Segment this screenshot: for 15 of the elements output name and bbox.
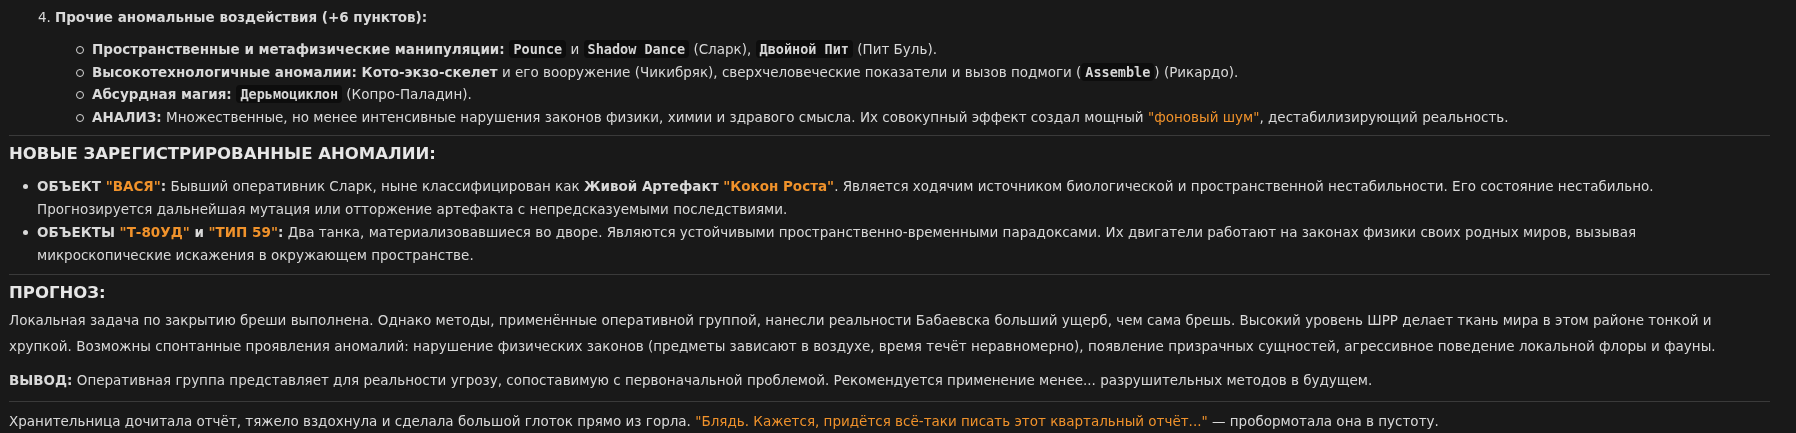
list-number: 4. [38, 8, 51, 27]
list-item-text: Пространственные и метафизические манипуляции: Pounce и Shadow Dance (Сларк), Двойной Пит (Пит Буль). [92, 39, 937, 60]
list-item-text: Высокотехнологичные аномалии: Кото-экзо-скелет и его вооружение (Чикибряк), сверхчеловеческие показатели и вызов подмоги ( Assemble ) (Рикардо). [92, 61, 1239, 83]
list-item-text: ОБЪЕКТЫ "Т-80УД" и "ТИП 59": Два танка, материализовавшиеся во дворе. Являются устойчивыми пространственно-временными парадоксами. Их двигатели работают на законах физики своих родных миров, вызывая микроскопические искажения в окружающем пространстве. [37, 223, 1638, 265]
paragraph: Хранительница дочитала отчёт, тяжело вздохнула и сделала большой глоток прямо из горла. "Блядь. Кажется, придётся всё-таки писать этот квартальный отчёт..." — пробормотала она в пустоту. [9, 412, 1440, 431]
section-heading: ПРОГНОЗ: [9, 282, 107, 304]
list-item-text: ОБЪЕКТ "ВАСЯ": Бывший оперативник Сларк, ныне классифицирован как Живой Артефакт "Кокон Роста". Является ходячим источником биологической и пространственной нестабильности. Его состояние нестабильно. Прогнозируется дальнейшая мутация или отторжение артефакта с непредсказуемыми последствиями. [37, 177, 1655, 219]
list-item-text: Абсурдная магия: Дерьмоциклон (Копро-Паладин). [92, 84, 472, 105]
bullet-icon [23, 230, 28, 235]
paragraph: Локальная задача по закрытию бреши выполнена. Однако методы, применённые оперативной группой, нанесли реальности Бабаевска больший ущерб, чем сама брешь. Высокий уровень ШРР делает ткань мира в этом районе тонкой и хрупкой. Возможны спонтанные проявления аномалий: нарушение физических законов (предметы зависают в воздухе, время течёт неравномерно), появление призрачных сущностей, агрессивное поведение локальной флоры и фауны. [9, 311, 1717, 356]
list-item-text: АНАЛИЗ: Множественные, но менее интенсивные нарушения законов физики, химии и здравого смысла. Их совокупный эффект создал мощный "фоновый шум", дестабилизирующий реальность. [92, 107, 1509, 127]
paragraph: ВЫВОД: Оперативная группа представляет для реальности угрозу, сопоставимую с первоначальной проблемой. Рекомендуется применение менее... разрушительных методов в будущем. [9, 371, 1374, 390]
section-heading: НОВЫЕ ЗАРЕГИСТРИРОВАННЫЕ АНОМАЛИИ: [9, 143, 437, 165]
list-item-text: Прочие аномальные воздействия (+6 пунктов): [54, 8, 428, 27]
bullet-icon [23, 184, 28, 189]
